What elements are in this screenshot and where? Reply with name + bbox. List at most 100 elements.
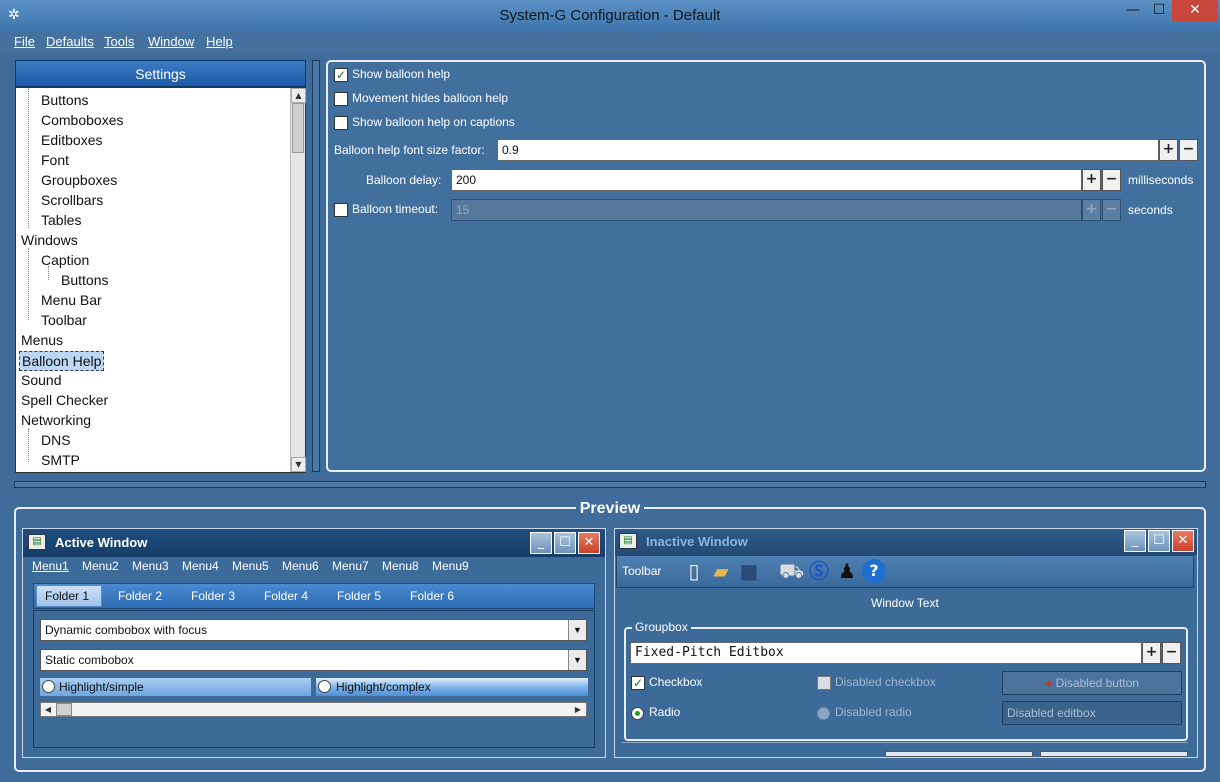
window-app-icon: ▤ bbox=[28, 534, 46, 550]
delay-minus-button[interactable]: − bbox=[1102, 169, 1121, 191]
menu-file[interactable]: File bbox=[14, 34, 35, 49]
tree-item-networking[interactable]: Networking bbox=[21, 411, 91, 429]
inactive-minimize-button[interactable]: _ bbox=[1124, 530, 1146, 552]
tree-item-menus[interactable]: Menus bbox=[21, 331, 63, 349]
help-icon[interactable]: ? bbox=[862, 559, 886, 583]
highlight-complex-radio[interactable] bbox=[318, 680, 331, 693]
delay-input[interactable]: 200 bbox=[451, 169, 1082, 191]
highlight-simple-radio[interactable] bbox=[42, 680, 55, 693]
tree-item-toolbar[interactable]: Toolbar bbox=[41, 311, 87, 329]
tree-scrollbar[interactable]: ▲ ▼ bbox=[290, 88, 306, 472]
font-size-minus-button[interactable]: − bbox=[1179, 139, 1198, 161]
disabled-checkbox[interactable] bbox=[817, 676, 831, 690]
scroll-up-button[interactable]: ▲ bbox=[291, 88, 306, 103]
tab-folder-6[interactable]: Folder 6 bbox=[410, 589, 454, 603]
joystick-icon[interactable]: ♟ bbox=[835, 559, 859, 583]
menu-help[interactable]: Help bbox=[206, 34, 233, 49]
tree-item-caption[interactable]: Caption bbox=[41, 251, 89, 269]
timeout-minus-button[interactable]: − bbox=[1102, 199, 1121, 221]
preview-menu-9[interactable]: Menu9 bbox=[432, 559, 469, 573]
timeout-label: Balloon timeout: bbox=[352, 202, 439, 216]
active-minimize-button[interactable]: _ bbox=[530, 532, 552, 554]
tree-item-buttons[interactable]: Buttons bbox=[41, 91, 88, 109]
preview-button-partial[interactable] bbox=[1040, 751, 1188, 757]
show-on-captions-checkbox[interactable] bbox=[334, 116, 348, 130]
scroll-down-button[interactable]: ▼ bbox=[291, 457, 306, 472]
delay-plus-button[interactable]: + bbox=[1082, 169, 1101, 191]
minimize-button[interactable]: — bbox=[1120, 0, 1146, 22]
tab-folder-2[interactable]: Folder 2 bbox=[118, 589, 162, 603]
scroll-thumb[interactable] bbox=[56, 703, 72, 716]
tree-item-sound[interactable]: Sound bbox=[21, 371, 61, 389]
tree-item-smtp[interactable]: SMTP bbox=[41, 451, 80, 469]
cart-icon[interactable]: ⛟ bbox=[779, 559, 804, 583]
preview-menu-2[interactable]: Menu2 bbox=[82, 559, 119, 573]
preview-menu-7[interactable]: Menu7 bbox=[332, 559, 369, 573]
timeout-plus-button[interactable]: + bbox=[1082, 199, 1101, 221]
preview-menu-4[interactable]: Menu4 bbox=[182, 559, 219, 573]
close-button[interactable]: ✕ bbox=[1172, 0, 1218, 22]
preview-button-partial[interactable] bbox=[885, 751, 1033, 757]
active-maximize-button[interactable]: ☐ bbox=[554, 532, 576, 554]
font-size-input[interactable]: 0.9 bbox=[497, 139, 1159, 161]
chevron-down-icon[interactable]: ▼ bbox=[568, 620, 586, 640]
tree-item-windows[interactable]: Windows bbox=[21, 231, 78, 249]
maximize-button[interactable]: ☐ bbox=[1146, 0, 1172, 22]
scroll-left-button[interactable]: ◀ bbox=[41, 703, 55, 716]
inactive-close-button[interactable]: ✕ bbox=[1172, 530, 1194, 552]
delay-label: Balloon delay: bbox=[366, 173, 442, 187]
preview-scrollbar[interactable]: ◀ ▶ bbox=[40, 702, 587, 717]
disabled-button[interactable]: ● Disabled button bbox=[1002, 671, 1182, 695]
preview-radio[interactable] bbox=[631, 707, 644, 720]
vertical-splitter[interactable] bbox=[312, 60, 320, 472]
disabled-radio[interactable] bbox=[817, 707, 830, 720]
tab-folder-3[interactable]: Folder 3 bbox=[191, 589, 235, 603]
tree-item-menu-bar[interactable]: Menu Bar bbox=[41, 291, 102, 309]
tree-item-balloon-help[interactable]: Balloon Help bbox=[19, 351, 105, 371]
tree-item-spell-checker[interactable]: Spell Checker bbox=[21, 391, 108, 409]
menu-defaults[interactable]: Defaults bbox=[46, 34, 94, 49]
menu-window[interactable]: Window bbox=[148, 34, 194, 49]
tree-item-editboxes[interactable]: Editboxes bbox=[41, 131, 102, 149]
show-balloon-help-checkbox[interactable]: ✓ bbox=[334, 68, 348, 82]
save-icon[interactable]: ■ bbox=[737, 559, 761, 583]
movement-hides-checkbox[interactable] bbox=[334, 92, 348, 106]
editbox-minus-button[interactable]: − bbox=[1162, 642, 1181, 664]
inactive-maximize-button[interactable]: ☐ bbox=[1148, 530, 1170, 552]
tree-item-groupboxes[interactable]: Groupboxes bbox=[41, 171, 117, 189]
tab-folder-4[interactable]: Folder 4 bbox=[264, 589, 308, 603]
scroll-thumb[interactable] bbox=[292, 103, 304, 153]
font-size-plus-button[interactable]: + bbox=[1159, 139, 1178, 161]
tree-item-tables[interactable]: Tables bbox=[41, 211, 81, 229]
tree-item-comboboxes[interactable]: Comboboxes bbox=[41, 111, 124, 129]
s-logo-icon[interactable]: Ⓢ bbox=[807, 559, 831, 583]
horizontal-splitter[interactable] bbox=[14, 481, 1206, 488]
preview-menu-1[interactable]: Menu1 bbox=[32, 559, 69, 573]
chevron-down-icon[interactable]: ▼ bbox=[568, 650, 586, 670]
tab-folder-1[interactable]: Folder 1 bbox=[45, 589, 89, 603]
active-close-button[interactable]: ✕ bbox=[578, 532, 600, 554]
new-document-icon[interactable]: ▯ bbox=[682, 559, 706, 583]
tree-item-dns[interactable]: DNS bbox=[41, 431, 71, 449]
fixed-pitch-editbox[interactable]: Fixed-Pitch Editbox bbox=[630, 642, 1142, 664]
tree-item-caption-buttons[interactable]: Buttons bbox=[61, 271, 108, 289]
preview-menu-6[interactable]: Menu6 bbox=[282, 559, 319, 573]
editbox-plus-button[interactable]: + bbox=[1142, 642, 1161, 664]
static-combobox[interactable]: Static combobox ▼ bbox=[40, 649, 587, 671]
preview-menu-5[interactable]: Menu5 bbox=[232, 559, 269, 573]
tree-item-scrollbars[interactable]: Scrollbars bbox=[41, 191, 103, 209]
preview-menu-8[interactable]: Menu8 bbox=[382, 559, 419, 573]
timeout-checkbox[interactable] bbox=[334, 203, 348, 217]
dynamic-combobox[interactable]: Dynamic combobox with focus ▼ bbox=[40, 619, 587, 641]
open-folder-icon[interactable]: ▰ bbox=[709, 559, 733, 583]
timeout-input[interactable]: 15 bbox=[451, 199, 1082, 221]
menu-tools[interactable]: Tools bbox=[104, 34, 134, 49]
preview-checkbox[interactable]: ✓ bbox=[631, 676, 645, 690]
tree-item-font[interactable]: Font bbox=[41, 151, 69, 169]
preview-menu-3[interactable]: Menu3 bbox=[132, 559, 169, 573]
disabled-editbox[interactable]: Disabled editbox bbox=[1002, 701, 1182, 725]
scooter-icon: ● bbox=[1045, 676, 1053, 690]
settings-header: Settings bbox=[15, 60, 306, 87]
tab-folder-5[interactable]: Folder 5 bbox=[337, 589, 381, 603]
scroll-right-button[interactable]: ▶ bbox=[571, 703, 585, 716]
